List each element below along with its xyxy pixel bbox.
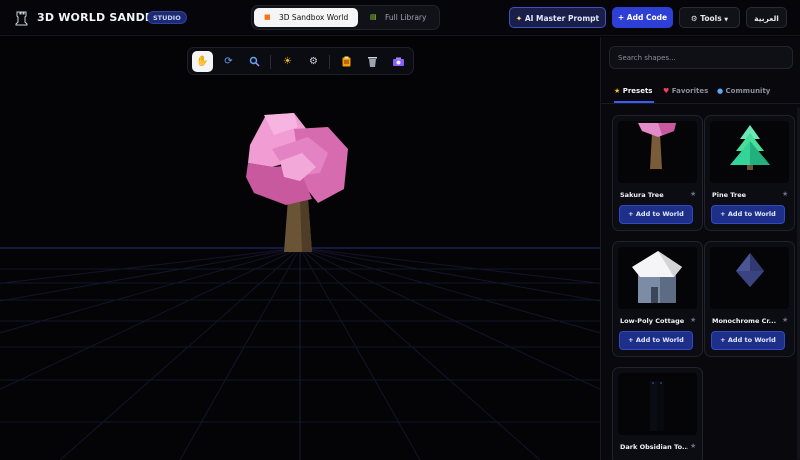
studio-badge: STUDIO [147,11,187,24]
shape-thumbnail [710,121,789,183]
cottage-thumbnail [632,251,682,303]
clipboard-tool-button[interactable] [336,51,357,72]
favorite-star-icon[interactable]: ★ [782,190,788,198]
lighting-tool-button[interactable]: ☀ [277,51,298,72]
star-icon: ★ [614,87,621,95]
viewport-toolbar: ✋ ⟳ ☀ ⚙ [187,47,414,75]
rotate-icon: ⟳ [224,56,233,67]
tab-3d-sandbox-world[interactable]: ■ 3D Sandbox World [254,8,358,27]
crystal-thumbnail [736,253,764,287]
clipboard-icon [342,56,351,67]
gear-icon: ⚙ [690,14,698,23]
trash-tool-button[interactable] [362,51,383,72]
trash-icon [368,57,377,67]
add-code-button[interactable]: + Add Code [612,7,673,28]
panel-tabs: ★ Presets ♥ Favorites ● Community [601,79,800,104]
shape-card-dark-obsidian-tower[interactable]: Dark Obsidian To... ★ [612,367,703,460]
add-to-world-button[interactable]: + Add to World [711,331,785,350]
favorite-star-icon[interactable]: ★ [690,316,696,324]
shape-card-low-poly-cottage[interactable]: Low-Poly Cottage ★ + Add to World [612,241,703,357]
pine-tree-thumbnail [730,125,770,170]
add-to-world-button[interactable]: + Add to World [619,331,693,350]
shape-thumbnail [618,121,697,183]
tools-button[interactable]: ⚙ Tools ▼ [679,7,740,28]
tab-full-library[interactable]: ▤ Full Library [362,8,438,27]
view-tabs: ■ 3D Sandbox World ▤ Full Library [251,5,440,30]
tab-community[interactable]: ● Community [717,83,777,103]
gear-icon: ⚙ [309,56,318,67]
camera-icon [393,57,404,66]
tab-label: Community [725,87,771,95]
shape-name: Low-Poly Cottage [620,317,685,325]
app-header: 3D WORLD SANDBOX STUDIO ■ 3D Sandbox Wor… [0,0,800,36]
shape-name: Pine Tree [712,191,747,199]
obsidian-tower-thumbnail [650,381,664,431]
button-label: Tools [700,14,722,23]
shape-thumbnail [618,373,697,435]
shape-name: Monochrome Cr... [712,317,777,325]
sun-icon: ☀ [283,56,292,67]
sparkles-icon: ✦ [515,14,523,23]
sakura-tree-thumbnail [638,123,676,169]
tab-label: Presets [622,87,653,95]
favorite-star-icon[interactable]: ★ [782,316,788,324]
chess-rook-icon [15,11,28,26]
heart-icon: ♥ [663,87,670,95]
shapes-panel: ★ Presets ♥ Favorites ● Community Sakura… [600,37,800,460]
chevron-down-icon: ▼ [724,17,729,23]
magnifier-icon [249,56,260,67]
shape-name: Dark Obsidian To... [620,443,688,451]
cube-icon: ■ [264,13,271,21]
button-label: AI Master Prompt [524,14,600,23]
add-to-world-button[interactable]: + Add to World [619,205,693,224]
pan-tool-button[interactable]: ✋ [192,51,213,72]
3d-viewport[interactable]: ✋ ⟳ ☀ ⚙ [0,37,600,460]
language-button[interactable]: العربية [746,7,787,28]
globe-icon: ● [717,87,724,95]
camera-tool-button[interactable] [388,51,409,72]
favorite-star-icon[interactable]: ★ [690,190,696,198]
ai-master-prompt-button[interactable]: ✦ AI Master Prompt [509,7,606,28]
favorite-star-icon[interactable]: ★ [690,442,696,450]
zoom-tool-button[interactable] [244,51,265,72]
rotate-tool-button[interactable]: ⟳ [218,51,239,72]
tab-label: Full Library [385,13,427,22]
tab-presets[interactable]: ★ Presets [614,83,654,103]
shape-card-monochrome-crystal[interactable]: Monochrome Cr... ★ + Add to World [704,241,795,357]
shape-name: Sakura Tree [620,191,664,199]
library-icon: ▤ [370,13,377,21]
add-to-world-button[interactable]: + Add to World [711,205,785,224]
tab-label: Favorites [671,87,709,95]
tab-label: 3D Sandbox World [279,13,349,22]
hand-icon: ✋ [196,56,209,67]
shape-card-pine-tree[interactable]: Pine Tree ★ + Add to World [704,115,795,231]
settings-tool-button[interactable]: ⚙ [303,51,324,72]
tab-favorites[interactable]: ♥ Favorites [663,83,711,103]
shape-thumbnail [618,247,697,309]
shape-thumbnail [710,247,789,309]
shape-card-sakura-tree[interactable]: Sakura Tree ★ + Add to World [612,115,703,231]
search-shapes-input[interactable] [609,46,793,69]
sakura-tree-model[interactable] [236,107,356,257]
